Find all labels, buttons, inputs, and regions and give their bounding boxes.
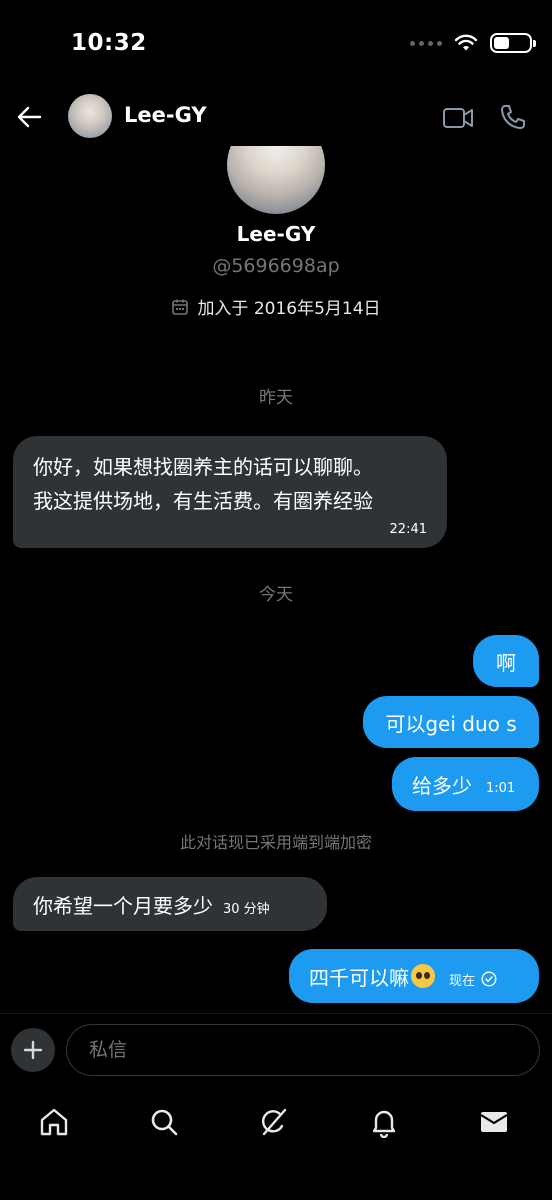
message-text: 啊 xyxy=(496,650,516,675)
tab-messages[interactable] xyxy=(474,1102,514,1142)
messages-icon xyxy=(480,1112,508,1132)
battery-icon xyxy=(490,33,536,53)
back-arrow-icon[interactable] xyxy=(14,102,44,132)
video-call-icon[interactable] xyxy=(442,104,474,132)
read-check-icon xyxy=(481,971,497,987)
outgoing-message[interactable]: 啊 xyxy=(473,635,539,687)
signal-icon xyxy=(410,40,442,46)
status-time: 10:32 xyxy=(71,30,147,56)
notifications-icon xyxy=(372,1110,396,1138)
conversation-header: Lee-GY xyxy=(0,90,552,146)
tab-grok[interactable] xyxy=(254,1102,294,1142)
tab-notifications[interactable] xyxy=(364,1102,404,1142)
bottom-tab-bar xyxy=(0,1088,552,1200)
message-text: 可以gei duo s xyxy=(385,711,517,736)
search-icon xyxy=(151,1109,178,1136)
incoming-message[interactable]: 你好，如果想找圈养主的话可以聊聊。 我这提供场地，有生活费。有圈养经验 22:4… xyxy=(13,436,447,548)
message-text: 你希望一个月要多少 xyxy=(33,893,213,918)
date-separator-today: 今天 xyxy=(259,585,293,605)
tab-home[interactable] xyxy=(34,1102,74,1142)
phone-call-icon[interactable] xyxy=(498,102,528,132)
outgoing-message[interactable]: 四千可以嘛 现在 xyxy=(289,949,539,1003)
message-line: 你好，如果想找圈养主的话可以聊聊。 xyxy=(33,455,373,479)
add-media-button[interactable] xyxy=(11,1028,55,1072)
home-icon xyxy=(40,1108,68,1136)
direct-message-input[interactable] xyxy=(66,1024,540,1076)
plus-icon xyxy=(23,1040,43,1060)
message-time: 30 分钟 xyxy=(223,901,270,917)
tab-search[interactable] xyxy=(144,1102,184,1142)
profile-joined: 加入于 2016年5月14日 xyxy=(0,294,552,319)
header-name[interactable]: Lee-GY xyxy=(124,103,207,127)
status-icons xyxy=(410,33,536,53)
message-line: 我这提供场地，有生活费。有圈养经验 xyxy=(33,489,373,513)
message-time: 现在 xyxy=(449,973,476,989)
message-text: 四千可以嘛 xyxy=(309,965,409,990)
grok-icon xyxy=(261,1108,287,1136)
outgoing-message[interactable]: 给多少 1:01 xyxy=(392,757,539,811)
date-separator-yesterday: 昨天 xyxy=(259,388,293,408)
profile-name[interactable]: Lee-GY xyxy=(0,222,552,246)
profile-handle: @5696698ap xyxy=(212,255,340,277)
incoming-message[interactable]: 你希望一个月要多少 30 分钟 xyxy=(13,877,327,931)
status-bar: 10:32 xyxy=(0,0,552,90)
message-composer xyxy=(0,1013,552,1089)
joined-text: 加入于 2016年5月14日 xyxy=(197,299,381,319)
message-time: 1:01 xyxy=(486,780,516,796)
pleading-face-emoji-icon xyxy=(411,964,435,988)
header-avatar[interactable] xyxy=(68,94,112,138)
outgoing-message[interactable]: 可以gei duo s xyxy=(363,696,539,748)
encryption-notice: 此对话现已采用端到端加密 xyxy=(179,833,372,852)
message-text: 给多少 xyxy=(412,773,472,798)
message-time: 22:41 xyxy=(389,522,427,537)
wifi-icon xyxy=(454,34,478,51)
calendar-icon xyxy=(172,299,189,315)
battery-level xyxy=(494,37,510,49)
